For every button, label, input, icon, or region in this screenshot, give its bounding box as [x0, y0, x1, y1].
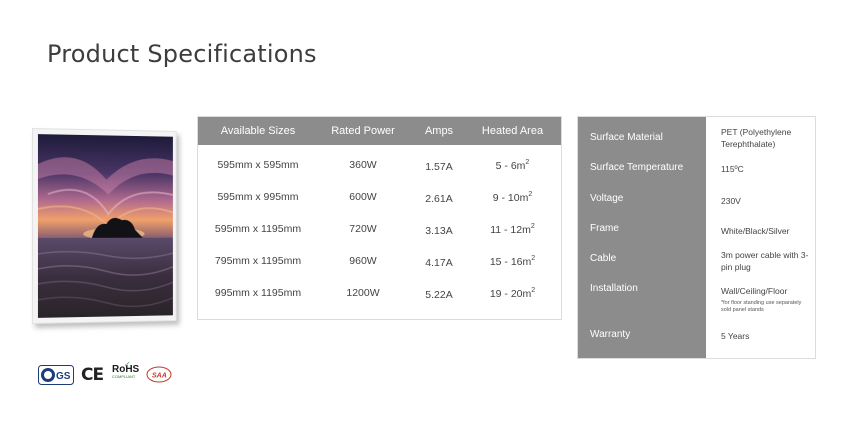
spec-label-installation: Installation: [590, 283, 638, 294]
cell-power: 720W: [349, 223, 377, 235]
cell-size: 595mm x 1195mm: [214, 223, 302, 235]
cell-size: 595mm x 595mm: [217, 159, 299, 171]
header-available-sizes: Available Sizes: [220, 125, 296, 137]
table-row: 595mm x 595mm 360W 1.57A 5 - 6m2: [198, 149, 561, 181]
product-image: [32, 128, 182, 324]
cell-area: 15 - 16m2: [489, 254, 536, 268]
header-heated-area: Heated Area: [481, 125, 544, 137]
spec-value-voltage: 230V: [721, 196, 741, 206]
cell-amps: 1.57A: [425, 160, 453, 173]
table-row: 795mm x 1195mm 960W 4.17A 15 - 16m2: [198, 245, 561, 277]
cell-size: 595mm x 995mm: [217, 191, 299, 203]
installation-value: Wall/Ceiling/Floor: [721, 286, 788, 296]
spec-label-cable: Cable: [590, 253, 617, 264]
ce-mark: CE: [81, 365, 104, 385]
cell-power: 360W: [349, 159, 377, 171]
spec-value-surface-material: PET (Polyethylene Terephthalate): [721, 127, 792, 149]
cell-amps: 3.13A: [425, 224, 453, 237]
spec-value-cable: 3m power cable with 3-pin plug: [721, 250, 809, 272]
spec-value-frame: White/Black/Silver: [721, 226, 790, 236]
table-row: 995mm x 1195mm 1200W 5.22A 19 - 20m2: [198, 277, 561, 309]
sizes-table-header: Available Sizes Rated Power Amps Heated …: [198, 117, 561, 145]
infrared-panel-frame: [32, 128, 177, 324]
cell-area: 19 - 20m2: [489, 286, 536, 300]
cell-power: 600W: [349, 191, 377, 203]
spec-value-surface-temperature: 115ºC: [721, 164, 744, 174]
cell-area: 11 - 12m2: [490, 222, 535, 236]
sunset-beach-picture: [37, 134, 173, 318]
cell-power: 1200W: [346, 287, 380, 299]
table-row: 595mm x 995mm 600W 2.61A 9 - 10m2: [198, 181, 561, 213]
spec-label-surface-temperature: Surface Temperature: [590, 162, 684, 173]
check-icon: ✓: [124, 360, 131, 369]
cell-amps: 5.22A: [425, 288, 453, 301]
cell-area: 9 - 10m2: [492, 190, 533, 204]
spec-label-column: [578, 117, 706, 358]
cell-size: 795mm x 1195mm: [214, 255, 302, 267]
sizes-table: Available Sizes Rated Power Amps Heated …: [197, 116, 562, 320]
cell-amps: 2.61A: [425, 192, 453, 205]
spec-label-warranty: Warranty: [590, 329, 631, 340]
header-amps: Amps: [424, 125, 454, 137]
svg-text:GS: GS: [56, 371, 71, 382]
cell-power: 960W: [349, 255, 377, 267]
spec-label-surface-material: Surface Material: [590, 132, 663, 143]
spec-label-frame: Frame: [590, 223, 619, 234]
installation-note: *for floor standing use separately sold …: [721, 300, 802, 313]
spec-value-warranty: 5 Years: [721, 331, 750, 341]
header-rated-power: Rated Power: [331, 125, 395, 137]
rohs-logo: ✓ RoHS COMPLIANT: [112, 360, 142, 386]
svg-text:SAA: SAA: [152, 373, 167, 380]
page-title: Product Specifications: [47, 40, 317, 68]
spec-value-installation: Wall/Ceiling/Floor *for floor standing u…: [721, 285, 813, 314]
spec-label-voltage: Voltage: [590, 193, 624, 204]
cell-amps: 4.17A: [425, 256, 453, 269]
spec-table: Surface Material PET (Polyethylene Terep…: [577, 116, 816, 359]
saa-logo: SAA: [146, 366, 172, 383]
cell-size: 995mm x 1195mm: [214, 287, 302, 299]
cell-area: 5 - 6m2: [495, 158, 530, 172]
tuv-gs-logo: GS: [38, 365, 74, 385]
table-row: 595mm x 1195mm 720W 3.13A 11 - 12m2: [198, 213, 561, 245]
